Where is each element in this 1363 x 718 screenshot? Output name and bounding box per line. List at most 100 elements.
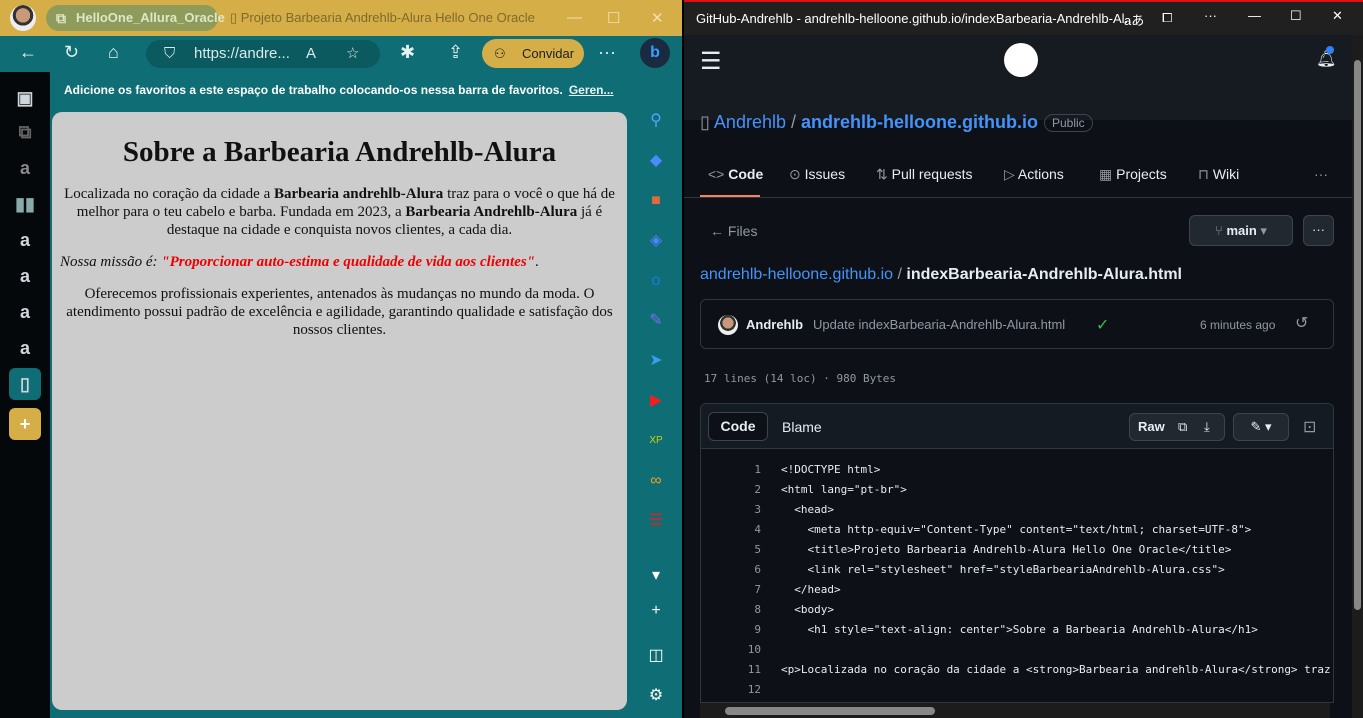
youtube-icon[interactable]: ▶ bbox=[642, 387, 670, 415]
tab-issues[interactable]: ⊙ Issues bbox=[789, 166, 845, 183]
more-tabs-icon[interactable]: ··· bbox=[1314, 166, 1328, 182]
search-icon[interactable]: ⚲ bbox=[642, 107, 670, 135]
maximize-button[interactable]: ☐ bbox=[607, 9, 620, 27]
title-bar: ⧉ HelloOne_Allura_Oracle ▯ Projeto Barbea… bbox=[0, 0, 682, 36]
extensions-icon[interactable]: ✱ bbox=[400, 42, 415, 63]
home-icon[interactable]: ⌂ bbox=[108, 42, 119, 63]
horizontal-scrollbar[interactable] bbox=[700, 703, 1330, 718]
close-button[interactable]: ✕ bbox=[1332, 8, 1343, 24]
line-number: 4 bbox=[754, 523, 761, 536]
close-button[interactable]: ✕ bbox=[651, 9, 664, 27]
address-bar[interactable]: ⛉ https://andre... A ☆ bbox=[146, 40, 380, 68]
line-number: 5 bbox=[754, 543, 761, 556]
add-icon[interactable]: + bbox=[642, 597, 670, 625]
vertical-scrollbar[interactable] bbox=[1352, 35, 1363, 718]
profile-avatar[interactable] bbox=[10, 5, 36, 31]
blame-view-tab[interactable]: Blame bbox=[782, 419, 822, 435]
tab-label: Actions bbox=[1017, 166, 1064, 182]
manage-favorites-link[interactable]: Geren... bbox=[569, 83, 614, 97]
code-view-tab[interactable]: Code bbox=[708, 412, 768, 441]
minimize-button[interactable]: — bbox=[567, 9, 582, 26]
amazon-tab-icon[interactable]: a bbox=[11, 154, 39, 182]
browser-tab[interactable]: ▯ Projeto Barbearia Andrehlb-Alura Hello… bbox=[230, 10, 535, 26]
tab-title: Projeto Barbearia Andrehlb-Alura Hello O… bbox=[240, 10, 535, 25]
line-number: 7 bbox=[754, 583, 761, 596]
games-icon[interactable]: ◈ bbox=[642, 227, 670, 255]
repo-owner-link[interactable]: Andrehlb bbox=[714, 112, 786, 132]
workspace-tab[interactable]: ⧉ HelloOne_Allura_Oracle bbox=[46, 5, 225, 31]
commit-author[interactable]: Andrehlb bbox=[746, 317, 803, 332]
edit-button[interactable]: ✎ ▾ bbox=[1233, 413, 1289, 441]
line-number: 1 bbox=[754, 463, 761, 476]
text: Barbearia Andrehlb-Alura bbox=[405, 204, 578, 220]
refresh-icon[interactable]: ↻ bbox=[64, 42, 79, 63]
xp-icon[interactable]: XP bbox=[642, 427, 670, 455]
trello-tab-icon[interactable]: ▮▮ bbox=[11, 190, 39, 218]
download-icon[interactable]: ⤓ bbox=[1204, 414, 1210, 440]
text: . bbox=[534, 254, 539, 270]
tab-actions[interactable]: ▷ Actions bbox=[1004, 166, 1064, 183]
commit-message[interactable]: Update indexBarbearia-Andrehlb-Alura.htm… bbox=[813, 317, 1065, 332]
more-icon[interactable]: ··· bbox=[1204, 8, 1217, 23]
shopping-icon[interactable]: ◆ bbox=[642, 147, 670, 175]
bing-copilot-icon[interactable]: b bbox=[640, 38, 670, 68]
active-page-tab-icon[interactable]: ▯ bbox=[9, 368, 41, 400]
tab-pull-requests[interactable]: ⇅ Pull requests bbox=[876, 166, 973, 183]
workspace-icon[interactable]: ⧉ bbox=[11, 118, 39, 146]
star-icon[interactable]: ☆ bbox=[346, 40, 359, 68]
repo-name-link[interactable]: andrehlb-helloone.github.io bbox=[801, 112, 1038, 132]
settings-gear-icon[interactable]: ⚙ bbox=[642, 682, 670, 710]
chevron-down-icon[interactable]: ▾ bbox=[642, 562, 670, 590]
tabs-icon[interactable]: ☰ bbox=[642, 507, 670, 535]
line-number: 3 bbox=[754, 503, 761, 516]
maximize-button[interactable]: ☐ bbox=[1290, 8, 1302, 24]
files-back-link[interactable]: ← Files bbox=[710, 223, 757, 239]
send-icon[interactable]: ➤ bbox=[642, 347, 670, 375]
symbols-panel-icon[interactable]: ⊡ bbox=[1303, 417, 1316, 437]
branch-name: main bbox=[1226, 223, 1257, 238]
repo-title: ▯ Andrehlb / andrehlb-helloone.github.io… bbox=[700, 112, 1093, 133]
copy-icon[interactable]: ⧉ bbox=[1178, 414, 1187, 440]
vertical-sidebar: ▣ ⧉ a ▮▮ a a a a ▯ + bbox=[0, 72, 50, 718]
more-options-button[interactable]: ··· bbox=[1303, 215, 1334, 246]
branch-selector[interactable]: ⑂ main ▾ bbox=[1189, 215, 1293, 246]
tab-wiki[interactable]: ⊓ Wiki bbox=[1198, 166, 1239, 183]
menu-icon[interactable]: ☰ bbox=[700, 47, 722, 76]
outlook-icon[interactable]: o bbox=[642, 267, 670, 295]
scrollbar-thumb[interactable] bbox=[725, 707, 935, 715]
more-icon[interactable]: ··· bbox=[598, 42, 616, 63]
tab-actions-icon[interactable]: ▣ bbox=[11, 84, 39, 112]
code-line: <p>Localizada no coração da cidade a <st… bbox=[781, 663, 1331, 676]
translate-icon[interactable]: aあ bbox=[1124, 10, 1144, 29]
mission-paragraph: Nossa missão é: "Proporcionar auto-estim… bbox=[60, 253, 619, 271]
app-icon[interactable]: ⧠ bbox=[1162, 10, 1172, 26]
share-icon[interactable]: ⇪ bbox=[448, 42, 463, 63]
code-line: <h1 style="text-align: center">Sobre a B… bbox=[781, 623, 1258, 636]
read-aloud-icon[interactable]: A bbox=[306, 40, 316, 68]
back-icon[interactable]: ← bbox=[19, 42, 37, 63]
sidebar-toggle-icon[interactable]: ◫ bbox=[642, 642, 670, 670]
raw-button[interactable]: Raw bbox=[1138, 419, 1165, 434]
amazon-tab-icon[interactable]: a bbox=[11, 334, 39, 362]
tools-icon[interactable]: ■ bbox=[642, 187, 670, 215]
pencil-icon: ✎ ▾ bbox=[1250, 419, 1272, 434]
new-tab-plus-icon[interactable]: + bbox=[9, 408, 41, 440]
line-number: 8 bbox=[754, 603, 761, 616]
minimize-button[interactable]: — bbox=[1248, 8, 1261, 23]
text: Barbearia andrehlb-Alura bbox=[273, 186, 444, 202]
designer-icon[interactable]: ✎ bbox=[642, 307, 670, 335]
infinity-icon[interactable]: ∞ bbox=[642, 467, 670, 495]
amazon-tab-icon[interactable]: a bbox=[11, 226, 39, 254]
amazon-tab-icon[interactable]: a bbox=[11, 298, 39, 326]
scrollbar-thumb[interactable] bbox=[1354, 60, 1361, 610]
breadcrumb-repo-link[interactable]: andrehlb-helloone.github.io bbox=[700, 266, 893, 283]
mission-label: Nossa missão é: bbox=[60, 254, 162, 270]
tab-code[interactable]: <> Code bbox=[708, 166, 763, 182]
github-logo-icon[interactable] bbox=[1004, 43, 1038, 77]
tab-projects[interactable]: ▦ Projects bbox=[1099, 166, 1167, 183]
issues-icon: ⊙ bbox=[789, 166, 805, 182]
invite-button[interactable]: ⚇ Convidar bbox=[482, 39, 584, 68]
history-icon[interactable]: ↺ bbox=[1295, 313, 1308, 333]
code-line: <head> bbox=[781, 503, 834, 516]
amazon-tab-icon[interactable]: a bbox=[11, 262, 39, 290]
